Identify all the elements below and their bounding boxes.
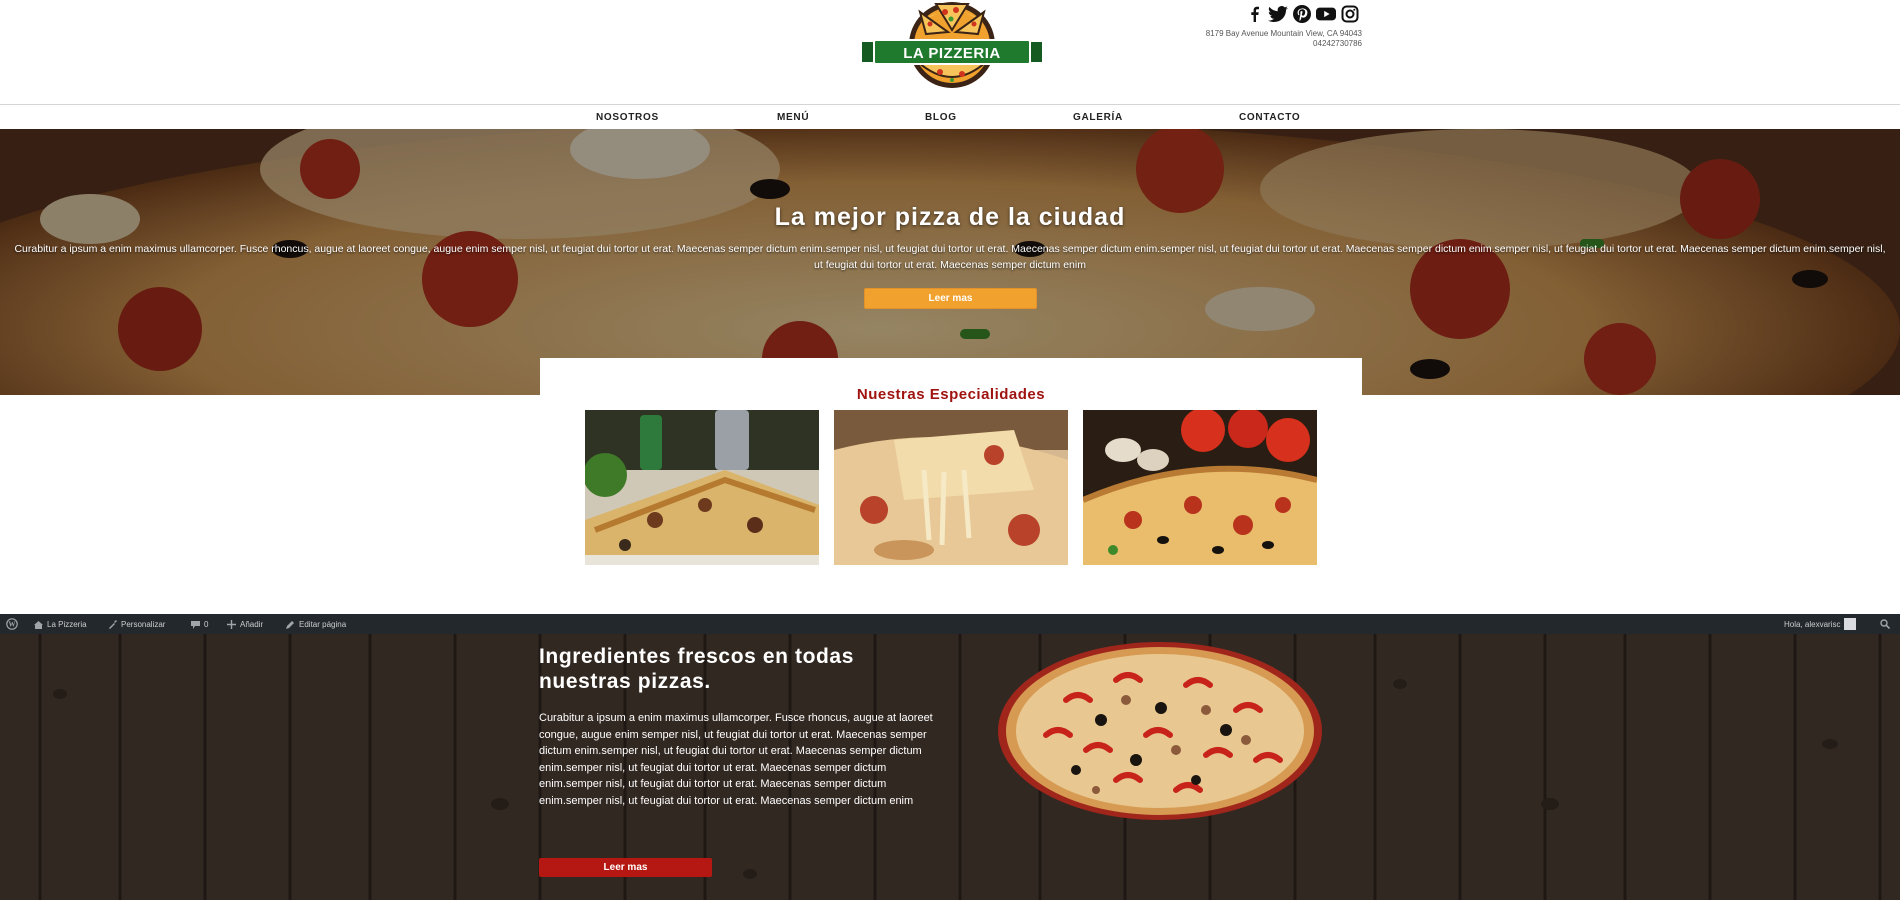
specialty-photo-2[interactable] [834,410,1068,565]
phone-text: 04242730786 [1313,39,1362,48]
admin-add-new-label: Añadir [240,619,264,629]
admin-add-new-link[interactable]: Añadir [227,614,263,634]
la-pizzeria-logo[interactable]: LA PIZZERIA [848,0,1056,90]
admin-comments-count: 0 [204,619,209,629]
comment-icon [191,620,200,629]
admin-account-menu[interactable]: Hola, alexvarisc [1784,614,1857,634]
admin-edit-page-label: Editar página [299,619,347,629]
specialty-photo-1[interactable] [585,410,819,565]
ingredients-text: Curabitur a ipsum a enim maximus ullamco… [539,712,933,807]
site-header: LA PIZZERIA 8179 Bay Avenue Mountain Vie… [0,0,1900,104]
search-icon[interactable] [1880,614,1890,634]
user-avatar [1844,618,1857,630]
pinterest-icon[interactable] [1292,4,1312,24]
admin-edit-page-link[interactable]: Editar página [286,614,346,634]
pencil-icon [286,620,295,629]
nav-item-galeria[interactable]: GALERÍA [1073,112,1123,123]
ingredients-section: Ingredientes frescos en todas nuestras p… [0,634,1900,900]
hero-text: Curabitur a ipsum a enim maximus ullamco… [14,243,1886,271]
featured-pizza-image [998,642,1322,820]
admin-greeting: Hola, alexvarisc [1784,619,1841,629]
wp-admin-bar: W La Pizzeria Personalizar 0 Añadir Edit… [0,614,1900,634]
admin-site-link[interactable]: La Pizzeria [34,614,87,634]
admin-customize-label: Personalizar [121,619,166,629]
contact-info: 8179 Bay Avenue Mountain View, CA 94043 … [1110,29,1362,49]
admin-site-name: La Pizzeria [47,619,87,629]
brush-icon [108,619,117,629]
nav-item-nosotros[interactable]: NOSOTROS [596,112,659,123]
specialty-photo-3[interactable] [1083,410,1317,565]
specialties-title: Nuestras Especialidades [856,386,1046,403]
logo-text: LA PIZZERIA [903,45,1000,62]
admin-customize-link[interactable]: Personalizar [108,614,165,634]
nav-item-menu[interactable]: MENÚ [777,112,809,123]
svg-text:W: W [9,621,16,629]
nav-item-contacto[interactable]: CONTACTO [1239,112,1300,123]
admin-comments-link[interactable]: 0 [191,614,208,634]
instagram-icon[interactable] [1340,4,1360,24]
twitter-icon[interactable] [1268,4,1288,24]
plus-icon [227,619,236,629]
hero-read-more-button[interactable]: Leer mas [864,288,1037,309]
home-icon [34,620,43,629]
specialties-section: Nuestras Especialidades [540,358,1362,612]
youtube-icon[interactable] [1316,4,1336,24]
social-links [1244,4,1360,24]
facebook-icon[interactable] [1244,4,1264,24]
ingredients-read-more-button[interactable]: Leer mas [539,858,712,877]
address-text: 8179 Bay Avenue Mountain View, CA 94043 [1205,29,1362,38]
hero-title: La mejor pizza de la ciudad [774,203,1126,231]
nav-item-blog[interactable]: BLOG [925,112,957,123]
wordpress-logo-icon[interactable]: W [6,614,18,634]
hero-section: La mejor pizza de la ciudad Curabitur a … [0,129,1900,395]
ingredients-title: Ingredientes frescos en todas nuestras p… [539,645,854,693]
main-navigation: NOSOTROS MENÚ BLOG GALERÍA CONTACTO [0,104,1900,129]
wood-background [0,634,1900,900]
